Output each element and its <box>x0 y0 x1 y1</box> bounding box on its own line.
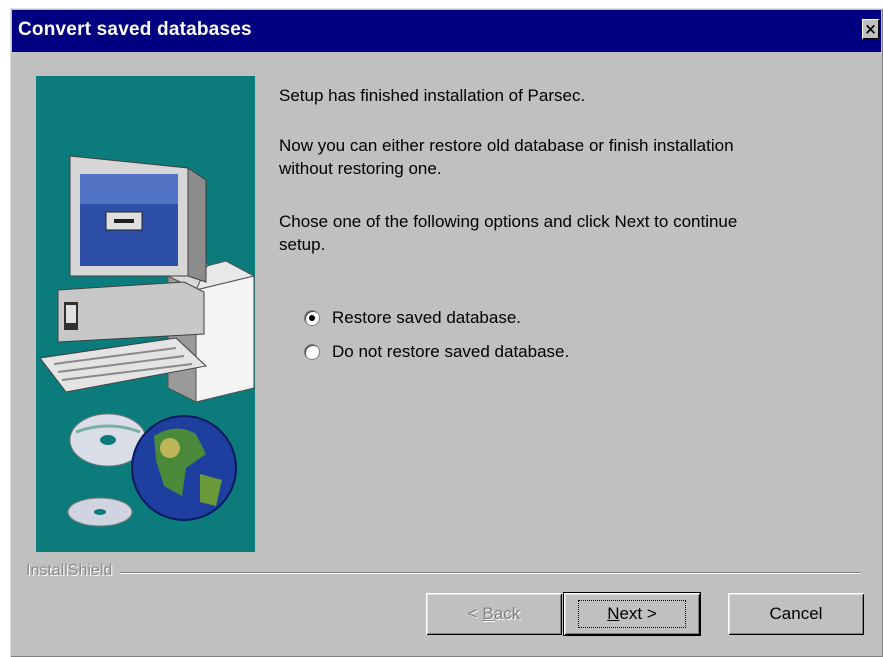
next-button-label: Next > <box>578 600 686 628</box>
title-bar: Convert saved databases × <box>12 10 881 52</box>
installshield-label: InstallShield <box>26 562 121 580</box>
info-text-line-2: without restoring one. <box>279 159 442 178</box>
option-restore[interactable]: Restore saved database. <box>304 307 521 329</box>
globe-icon <box>131 415 237 521</box>
setup-illustration <box>36 76 255 552</box>
close-icon: × <box>864 20 877 38</box>
window-title: Convert saved databases <box>18 19 252 40</box>
option-do-not-restore-label: Do not restore saved database. <box>332 342 570 361</box>
option-do-not-restore[interactable]: Do not restore saved database. <box>304 341 569 363</box>
cancel-button[interactable]: Cancel <box>728 593 864 635</box>
radio-restore[interactable] <box>304 310 320 326</box>
computer-illustration <box>36 76 255 552</box>
cancel-button-label: Cancel <box>769 604 823 623</box>
close-button[interactable]: × <box>862 19 879 39</box>
back-button-label: < Back <box>467 604 521 623</box>
info-text-line-1: Now you can either restore old database … <box>279 136 734 155</box>
footer-divider <box>26 572 861 574</box>
intro-text: Setup has finished installation of Parse… <box>279 86 586 105</box>
option-restore-label: Restore saved database. <box>332 308 522 327</box>
radio-do-not-restore[interactable] <box>304 344 320 360</box>
next-button[interactable]: Next > <box>564 593 700 635</box>
instruction-text-line-2: setup. <box>279 235 326 254</box>
instruction-text-line-1: Chose one of the following options and c… <box>279 212 738 231</box>
back-button[interactable]: < Back <box>426 593 562 635</box>
